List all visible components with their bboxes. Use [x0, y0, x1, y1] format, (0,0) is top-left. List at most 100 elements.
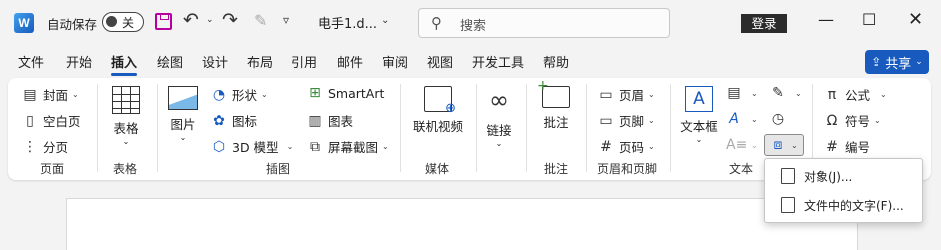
separator: [157, 84, 158, 172]
equation-button[interactable]: π 公式 ⌄: [824, 85, 887, 104]
maximize-icon[interactable]: ☐: [862, 10, 876, 29]
blank-page-label: 空白页: [43, 114, 81, 129]
chart-button[interactable]: ▥ 图表: [307, 111, 353, 130]
menu-item-object[interactable]: 对象(J)...: [765, 162, 922, 190]
search-placeholder: 搜索: [460, 19, 487, 34]
online-video-button[interactable]: ⊕ 联机视频: [410, 86, 466, 135]
document-page[interactable]: [66, 198, 858, 250]
separator: [97, 84, 98, 172]
tab-help[interactable]: 帮助: [543, 52, 569, 71]
tab-file[interactable]: 文件: [18, 52, 44, 71]
tab-view[interactable]: 视图: [427, 52, 453, 71]
separator: [400, 84, 401, 172]
tab-mailings[interactable]: 邮件: [337, 52, 363, 71]
date-time-button[interactable]: ◷: [770, 111, 791, 127]
separator: [526, 84, 527, 172]
autosave-state: 关: [122, 16, 135, 30]
object-icon: ⧈: [773, 137, 783, 153]
tab-insert[interactable]: 插入: [111, 52, 138, 76]
smartart-icon: ⊞: [309, 85, 321, 101]
chart-label: 图表: [328, 114, 354, 129]
close-icon[interactable]: ✕: [908, 9, 923, 30]
header-icon: ▭: [599, 86, 613, 103]
signature-line-button[interactable]: ✎ ⌄: [770, 85, 802, 101]
chevron-down-icon: ⌄: [751, 114, 758, 124]
screenshot-button[interactable]: ⧉ 屏幕截图 ⌄: [307, 137, 389, 156]
comment-icon: +: [537, 78, 570, 108]
tab-developer[interactable]: 开发工具: [472, 52, 524, 71]
wordart-button[interactable]: A ⌄: [726, 111, 758, 127]
cover-page-button[interactable]: ▤ 封面 ⌄: [22, 85, 79, 104]
search-box[interactable]: ⚲ 搜索: [418, 8, 670, 38]
page-number-icon: #: [600, 138, 612, 155]
tab-design[interactable]: 设计: [202, 52, 228, 71]
object-dropdown-menu: 对象(J)... 文件中的文字(F)...: [764, 158, 923, 223]
footer-button[interactable]: ▭ 页脚 ⌄: [598, 111, 654, 130]
chevron-down-icon: ⌄: [751, 140, 758, 150]
login-button[interactable]: 登录: [741, 14, 787, 33]
page-break-label: 分页: [43, 140, 69, 155]
toggle-knob: [106, 16, 117, 27]
chevron-down-icon: ⌄: [122, 137, 130, 146]
redo-icon[interactable]: ↷: [222, 9, 238, 31]
drop-cap-button: A≡ ⌄: [726, 137, 758, 153]
table-icon: [112, 86, 140, 114]
3d-models-label: 3D 模型: [232, 140, 279, 155]
footer-icon: ▭: [599, 112, 613, 129]
3d-models-button[interactable]: ⬡ 3D 模型 ⌄: [211, 137, 293, 156]
autosave-toggle[interactable]: 关: [102, 12, 144, 32]
undo-icon[interactable]: ↶: [183, 9, 199, 31]
table-button[interactable]: 表格 ⌄: [106, 86, 146, 146]
number-button[interactable]: # 编号: [824, 137, 870, 156]
tab-references[interactable]: 引用: [291, 52, 317, 71]
symbol-button[interactable]: Ω 符号 ⌄: [824, 111, 881, 130]
share-button[interactable]: ⇪ 共享 ⌄: [865, 50, 929, 74]
minimize-icon[interactable]: —: [818, 10, 834, 29]
page-break-icon: ⋮: [23, 138, 37, 155]
object-button[interactable]: ⧈ ⌄: [764, 134, 804, 156]
header-button[interactable]: ▭ 页眉 ⌄: [598, 85, 655, 104]
search-icon: ⚲: [431, 14, 442, 32]
drop-cap-icon: A≡: [726, 137, 748, 153]
icons-button[interactable]: ✿ 图标: [211, 111, 257, 130]
signature-line-icon: ✎: [772, 85, 784, 101]
comment-button[interactable]: + 批注: [537, 78, 573, 131]
menu-item-object-label: 对象(J)...: [804, 169, 853, 184]
page-number-button[interactable]: # 页码 ⌄: [598, 137, 655, 156]
chevron-down-icon: ⌄: [648, 90, 655, 99]
tab-layout[interactable]: 布局: [247, 52, 273, 71]
page-number-label: 页码: [619, 140, 645, 155]
menu-item-text-from-file-label: 文件中的文字(F)...: [804, 198, 904, 213]
format-painter-icon[interactable]: ✎: [254, 11, 267, 30]
title-bar: W 自动保存 关 ↶ ⌄ ↷ ✎ ▿ 电手1.d... ⌄ ⚲ 搜索 登录 — …: [0, 0, 941, 46]
pictures-icon: [168, 86, 198, 110]
textbox-button[interactable]: A 文本框 ⌄: [678, 86, 720, 144]
tab-draw[interactable]: 绘图: [157, 52, 183, 71]
tab-review[interactable]: 审阅: [382, 52, 408, 71]
footer-label: 页脚: [619, 114, 645, 129]
link-button[interactable]: ∞ 链接 ⌄: [482, 86, 516, 148]
shapes-button[interactable]: ◔ 形状 ⌄: [211, 85, 268, 104]
chevron-down-icon[interactable]: ⌄: [381, 15, 389, 26]
blank-page-icon: ▯: [26, 112, 34, 129]
equation-icon: π: [827, 86, 837, 103]
blank-page-button[interactable]: ▯ 空白页: [22, 111, 81, 130]
document-title[interactable]: 电手1.d...: [318, 13, 377, 32]
customize-qat-icon[interactable]: ▿: [283, 13, 289, 27]
menu-item-text-from-file[interactable]: 文件中的文字(F)...: [765, 191, 922, 219]
chevron-down-icon: ⌄: [179, 133, 187, 142]
pictures-label: 图片: [170, 117, 196, 132]
chevron-down-icon: ⌄: [72, 90, 79, 99]
symbol-icon: Ω: [826, 112, 838, 129]
chevron-down-icon: ⌄: [382, 142, 389, 151]
smartart-button[interactable]: ⊞ SmartArt: [307, 85, 384, 101]
page-break-button[interactable]: ⋮ 分页: [22, 137, 68, 156]
date-time-icon: ◷: [771, 111, 785, 127]
quick-parts-button[interactable]: ▤ ⌄: [726, 85, 757, 101]
save-icon[interactable]: [155, 13, 172, 30]
quick-parts-icon: ▤: [727, 85, 741, 101]
chevron-down-icon: ⌄: [795, 88, 802, 98]
undo-dropdown-icon[interactable]: ⌄: [206, 15, 214, 25]
tab-home[interactable]: 开始: [66, 52, 92, 71]
pictures-button[interactable]: 图片 ⌄: [166, 86, 200, 142]
